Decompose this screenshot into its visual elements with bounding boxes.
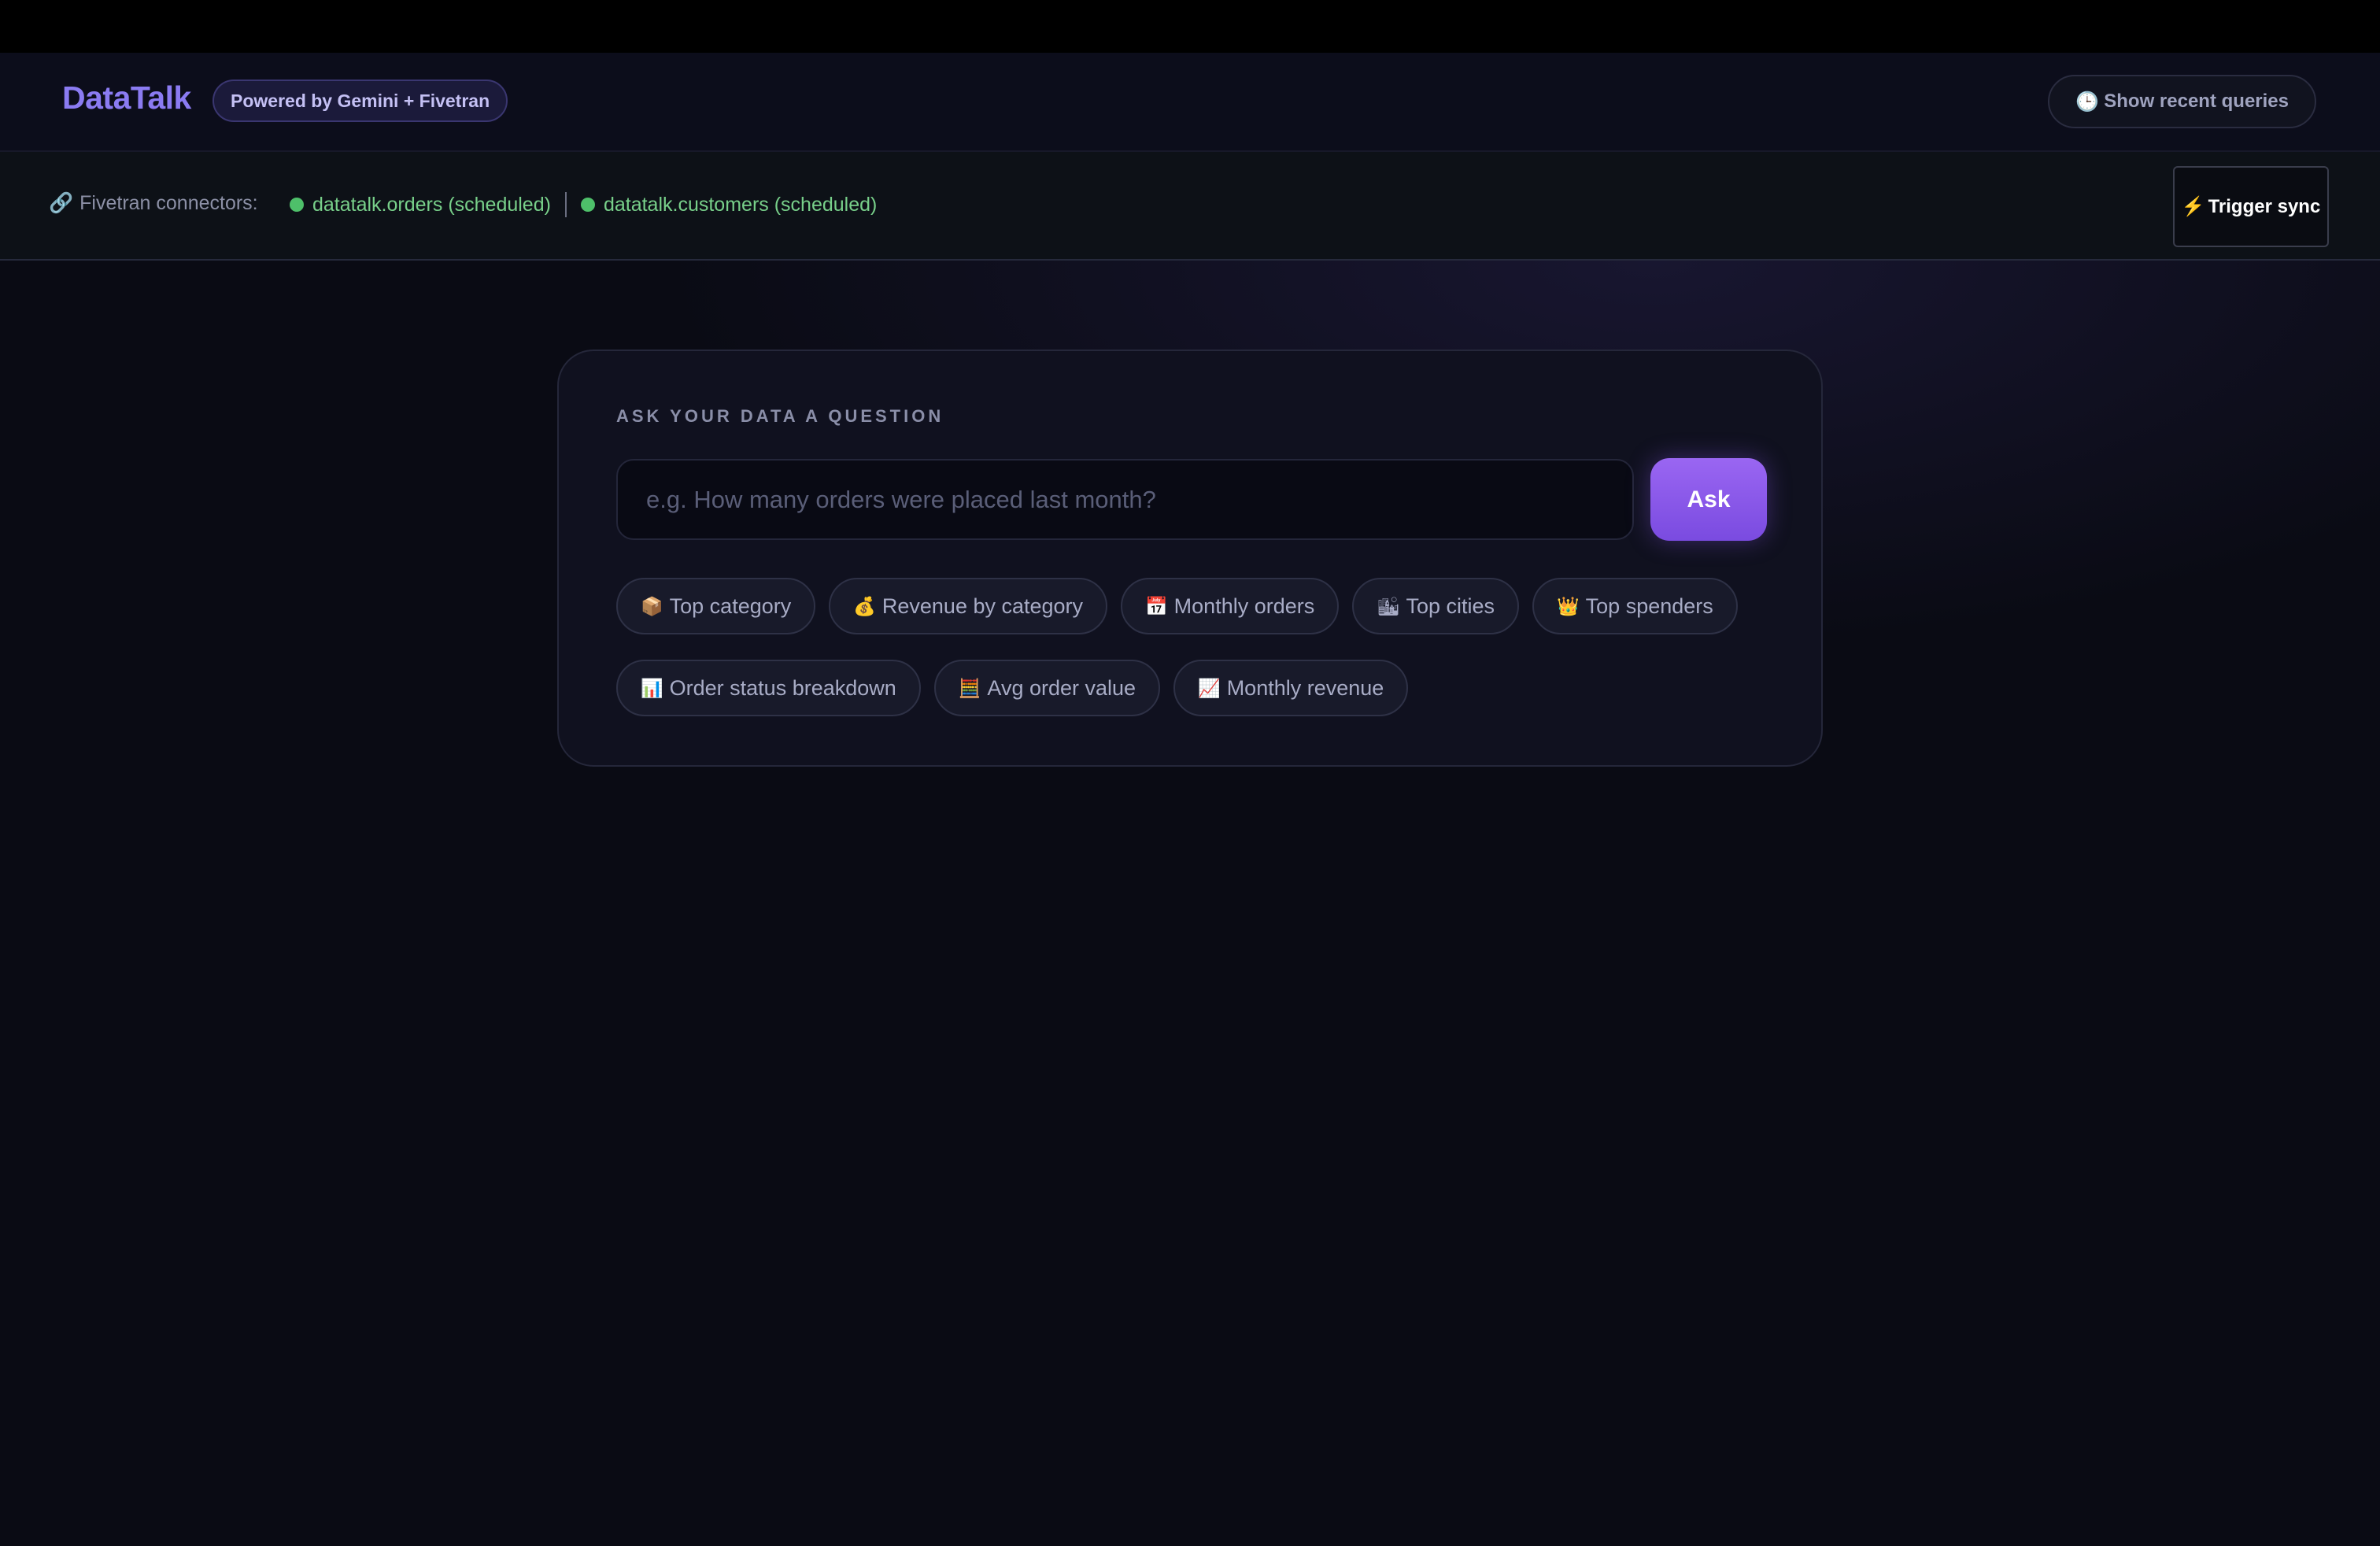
- suggestion-label: Top cities: [1406, 594, 1495, 618]
- suggestion-label: Order status breakdown: [669, 675, 896, 700]
- suggestion-monthly-orders[interactable]: 📅 Monthly orders: [1121, 578, 1340, 634]
- suggestion-label: Avg order value: [987, 675, 1136, 700]
- link-icon: 🔗: [49, 192, 74, 214]
- connector-customers: datatalk.customers (scheduled): [580, 193, 878, 216]
- lightning-icon: ⚡: [2181, 196, 2205, 217]
- suggestion-revenue-by-category[interactable]: 💰 Revenue by category: [829, 578, 1108, 634]
- abacus-icon: 🧮: [958, 677, 981, 698]
- suggestion-label: Revenue by category: [881, 594, 1084, 618]
- connectors-label: 🔗 Fivetran connectors:: [49, 192, 258, 215]
- status-dot-icon: [580, 198, 595, 212]
- suggestion-label: Top spenders: [1585, 594, 1713, 618]
- suggestion-top-category[interactable]: 📦 Top category: [616, 578, 816, 634]
- ask-button[interactable]: Ask: [1650, 458, 1767, 541]
- card-title: ASK YOUR DATA A QUESTION: [616, 406, 944, 426]
- connector-orders: datatalk.orders (scheduled): [290, 194, 551, 216]
- calendar-icon: 📅: [1145, 595, 1168, 616]
- trigger-sync-label: Trigger sync: [2208, 195, 2321, 217]
- powered-by-badge: Powered by Gemini + Fivetran: [213, 80, 508, 122]
- suggestion-avg-order-value[interactable]: 🧮 Avg order value: [933, 660, 1161, 716]
- connectors-bar: 🔗 Fivetran connectors: datatalk.orders (…: [0, 152, 2380, 261]
- connector-separator: [564, 192, 567, 217]
- suggestion-top-spenders[interactable]: 👑 Top spenders: [1532, 578, 1738, 634]
- connector-name: datatalk.orders (scheduled): [312, 193, 551, 216]
- app-logo[interactable]: DataTalk: [62, 80, 191, 117]
- suggestion-label: Monthly revenue: [1226, 675, 1384, 700]
- app-header: DataTalk Powered by Gemini + Fivetran 🕒 …: [0, 53, 2380, 152]
- status-dot-icon: [290, 198, 304, 212]
- trend-chart-icon: 📈: [1198, 677, 1221, 698]
- top-strip: [0, 0, 2380, 53]
- suggestion-row-1: 📦 Top category 💰 Revenue by category 📅 M…: [616, 578, 1738, 634]
- bar-chart-icon: 📊: [641, 677, 663, 698]
- show-recent-queries-label: Show recent queries: [2104, 91, 2289, 112]
- question-input[interactable]: [616, 459, 1634, 540]
- trigger-sync-button[interactable]: ⚡ Trigger sync: [2173, 166, 2329, 247]
- connector-name: datatalk.customers (scheduled): [603, 193, 878, 216]
- suggestion-label: Top category: [669, 594, 792, 618]
- ask-question-card: ASK YOUR DATA A QUESTION Ask 📦 Top categ…: [557, 350, 1823, 767]
- clock-icon: 🕒: [2075, 91, 2100, 113]
- crown-icon: 👑: [1557, 595, 1580, 616]
- suggestion-order-status-breakdown[interactable]: 📊 Order status breakdown: [616, 660, 921, 716]
- connectors-label-text: Fivetran connectors:: [79, 192, 258, 214]
- suggestion-row-2: 📊 Order status breakdown 🧮 Avg order val…: [616, 660, 1409, 716]
- connector-list: datatalk.orders (scheduled) datatalk.cus…: [290, 192, 877, 217]
- money-bag-icon: 💰: [853, 595, 876, 616]
- suggestion-monthly-revenue[interactable]: 📈 Monthly revenue: [1173, 660, 1409, 716]
- city-icon: 🏙: [1377, 595, 1400, 616]
- package-icon: 📦: [641, 595, 663, 616]
- show-recent-queries-button[interactable]: 🕒 Show recent queries: [2048, 75, 2316, 128]
- suggestion-label: Monthly orders: [1173, 594, 1315, 618]
- suggestion-top-cities[interactable]: 🏙 Top cities: [1352, 578, 1520, 634]
